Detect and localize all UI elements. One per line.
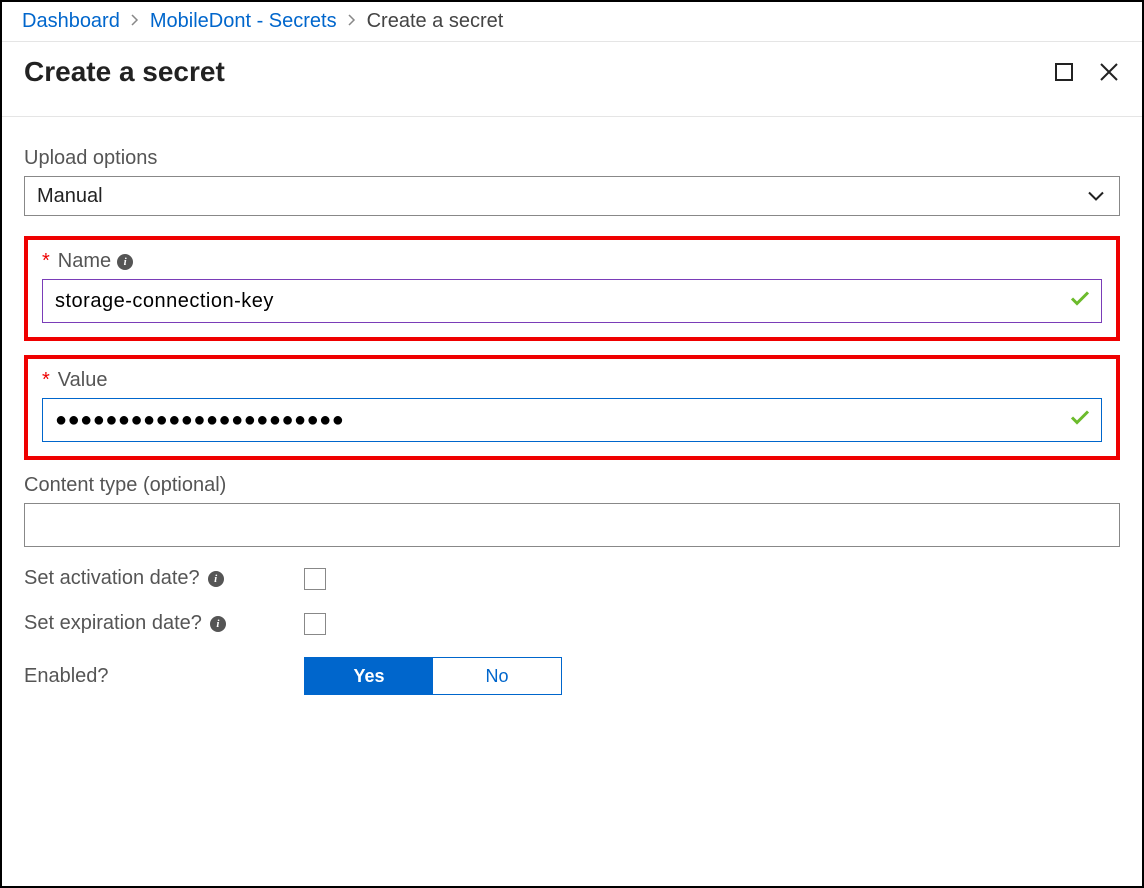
form-content: Upload options Manual * Name i * Value [2,117,1142,747]
activation-checkbox[interactable] [304,568,326,590]
pin-icon[interactable] [1054,62,1074,82]
blade-header: Create a secret [2,42,1142,117]
value-input[interactable] [42,398,1102,442]
content-type-input[interactable] [24,503,1120,547]
enabled-label: Enabled? [24,665,109,688]
activation-row: Set activation date? i [24,567,1120,590]
name-highlight: * Name i [24,236,1120,341]
expiration-label: Set expiration date? [24,612,202,635]
enabled-no-button[interactable]: No [433,658,561,694]
name-label-text: Name [58,250,111,273]
upload-options-field: Upload options Manual [24,147,1120,216]
enabled-yes-button[interactable]: Yes [305,658,433,694]
enabled-toggle: Yes No [304,657,562,695]
info-icon[interactable]: i [208,571,224,587]
info-icon[interactable]: i [210,616,226,632]
breadcrumb: Dashboard MobileDont - Secrets Create a … [2,2,1142,42]
close-icon[interactable] [1098,61,1120,83]
value-label-text: Value [58,369,108,392]
content-type-field: Content type (optional) [24,474,1120,547]
check-icon [1070,291,1090,312]
breadcrumb-current: Create a secret [367,10,504,33]
name-label: * Name i [42,250,1102,273]
enabled-row: Enabled? Yes No [24,657,1120,695]
value-label: * Value [42,369,1102,392]
expiration-row: Set expiration date? i [24,612,1120,635]
page-title: Create a secret [24,56,1054,88]
content-type-label: Content type (optional) [24,474,1120,497]
breadcrumb-dashboard[interactable]: Dashboard [22,10,120,33]
upload-options-select[interactable]: Manual [24,176,1120,216]
check-icon [1070,410,1090,431]
value-highlight: * Value [24,355,1120,460]
upload-options-value: Manual [37,185,103,208]
upload-options-label: Upload options [24,147,1120,170]
required-marker: * [42,250,50,273]
breadcrumb-keyvault[interactable]: MobileDont - Secrets [150,10,337,33]
required-marker: * [42,369,50,392]
chevron-down-icon [1087,185,1105,208]
chevron-right-icon [347,13,357,31]
name-input[interactable] [42,279,1102,323]
expiration-checkbox[interactable] [304,613,326,635]
activation-label: Set activation date? [24,567,200,590]
info-icon[interactable]: i [117,254,133,270]
chevron-right-icon [130,13,140,31]
